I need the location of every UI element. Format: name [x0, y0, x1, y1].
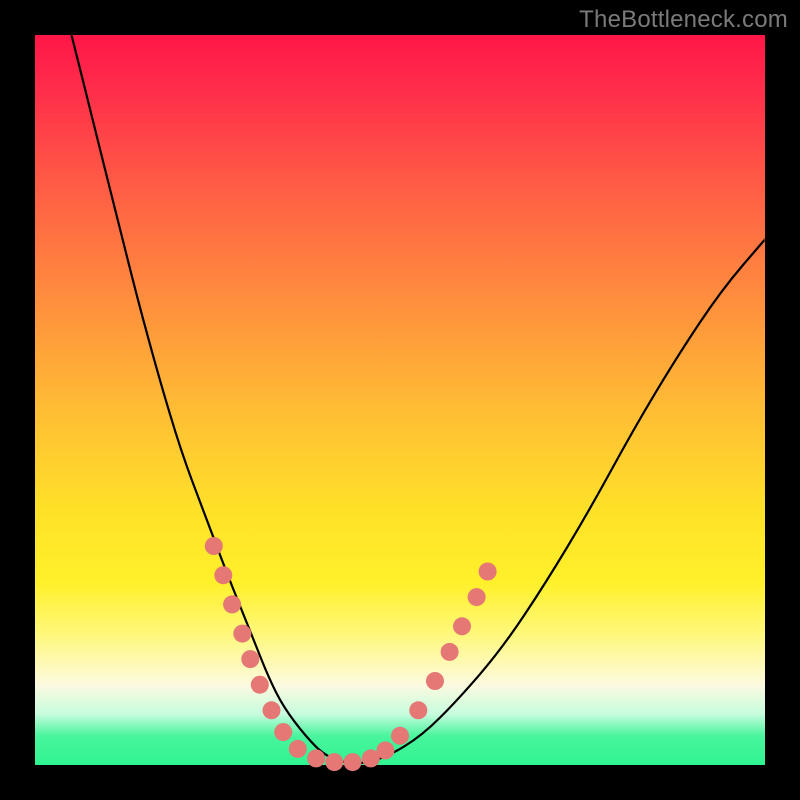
- curve-marker: [376, 741, 394, 759]
- curve-marker: [468, 588, 486, 606]
- curve-marker: [325, 753, 343, 771]
- curve-marker: [251, 676, 269, 694]
- curve-marker: [214, 566, 232, 584]
- curve-marker: [391, 727, 409, 745]
- curve-marker: [479, 563, 497, 581]
- curve-marker: [274, 723, 292, 741]
- watermark-text: TheBottleneck.com: [579, 6, 788, 34]
- plot-area: [35, 35, 765, 765]
- curve-marker: [263, 701, 281, 719]
- chart-svg: [35, 35, 765, 765]
- curve-marker: [307, 749, 325, 767]
- chart-frame: TheBottleneck.com: [0, 0, 800, 800]
- curve-marker: [441, 643, 459, 661]
- curve-group: [72, 35, 766, 763]
- curve-marker: [223, 595, 241, 613]
- curve-marker: [289, 740, 307, 758]
- curve-marker: [453, 617, 471, 635]
- curve-marker: [344, 753, 362, 771]
- curve-marker: [426, 672, 444, 690]
- curve-marker: [205, 537, 223, 555]
- curve-marker: [233, 625, 251, 643]
- marker-group: [205, 537, 497, 771]
- bottleneck-curve: [72, 35, 766, 763]
- curve-marker: [241, 650, 259, 668]
- curve-marker: [409, 701, 427, 719]
